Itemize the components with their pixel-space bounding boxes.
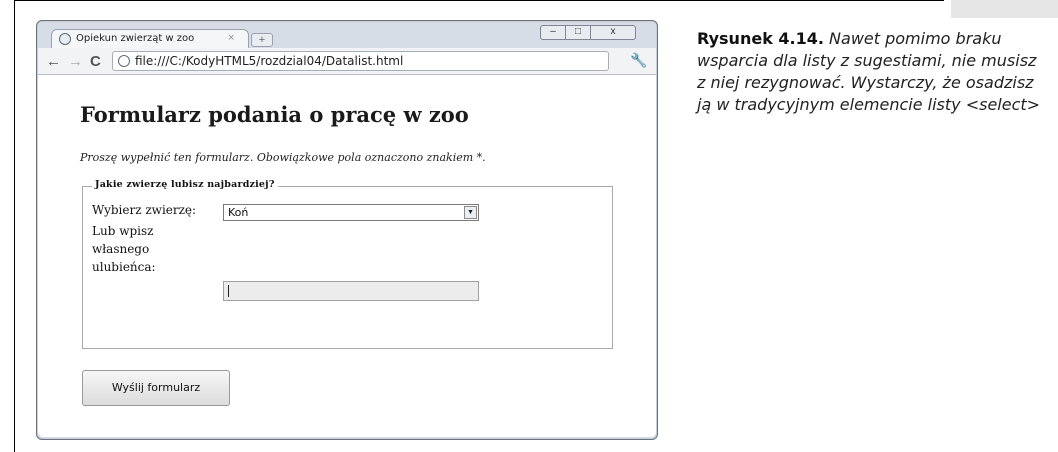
- new-tab-button[interactable]: +: [251, 33, 273, 47]
- submit-button[interactable]: Wyślij formularz: [82, 370, 230, 406]
- page-frame-left-line: [14, 0, 15, 452]
- reload-icon[interactable]: C: [90, 53, 101, 70]
- close-window-button[interactable]: x: [590, 25, 636, 40]
- browser-window: Opiekun zwierząt w zoo × + – □ x ← → C f…: [36, 20, 658, 440]
- favorite-animal-fieldset: Jakie zwierzę lubisz najbardziej? Wybier…: [82, 179, 613, 349]
- animal-select[interactable]: Koń ▼: [223, 204, 479, 221]
- page-globe-icon: [59, 33, 71, 45]
- own-pet-label-line: Lub wpisz: [92, 224, 154, 238]
- animal-label: Wybierz zwierzę:: [92, 203, 197, 217]
- page-globe-icon: [118, 55, 130, 67]
- tab-title: Opiekun zwierząt w zoo: [76, 33, 195, 44]
- own-pet-label-line: ulubieńca:: [92, 260, 156, 274]
- page-corner-tab: [951, 0, 1058, 18]
- page-title: Formularz podania o pracę w zoo: [80, 102, 469, 127]
- maximize-button[interactable]: □: [565, 25, 591, 40]
- minimize-button[interactable]: –: [540, 25, 566, 40]
- title-bar: Opiekun zwierząt w zoo × + – □ x: [37, 21, 657, 49]
- caption-label: Rysunek 4.14.: [697, 29, 824, 48]
- tab-close-icon[interactable]: ×: [228, 32, 234, 44]
- chevron-down-icon[interactable]: ▼: [464, 206, 477, 219]
- page-viewport: Formularz podania o pracę w zoo Proszę w…: [38, 75, 656, 437]
- address-url: file:///C:/KodyHTML5/rozdzial04/Datalist…: [135, 54, 404, 68]
- own-pet-label: Lub wpisz własnego ulubieńca:: [92, 222, 156, 276]
- address-bar[interactable]: file:///C:/KodyHTML5/rozdzial04/Datalist…: [112, 51, 609, 71]
- browser-tab[interactable]: Opiekun zwierząt w zoo ×: [51, 29, 249, 49]
- wrench-icon[interactable]: 🔧: [630, 52, 647, 69]
- fieldset-legend: Jakie zwierzę lubisz najbardziej?: [92, 179, 278, 190]
- figure-caption: Rysunek 4.14. Nawet pomimo braku wsparci…: [697, 28, 1047, 116]
- form-intro: Proszę wypełnić ten formularz. Obowiązko…: [80, 151, 486, 164]
- own-pet-label-line: własnego: [92, 242, 150, 256]
- forward-arrow-icon[interactable]: →: [68, 53, 83, 70]
- text-caret: [228, 285, 229, 297]
- animal-select-value: Koń: [228, 206, 249, 219]
- back-arrow-icon[interactable]: ←: [46, 53, 61, 70]
- own-pet-input[interactable]: [223, 281, 479, 301]
- page-frame-top-line: [14, 0, 944, 1]
- browser-toolbar: ← → C file:///C:/KodyHTML5/rozdzial04/Da…: [38, 48, 656, 75]
